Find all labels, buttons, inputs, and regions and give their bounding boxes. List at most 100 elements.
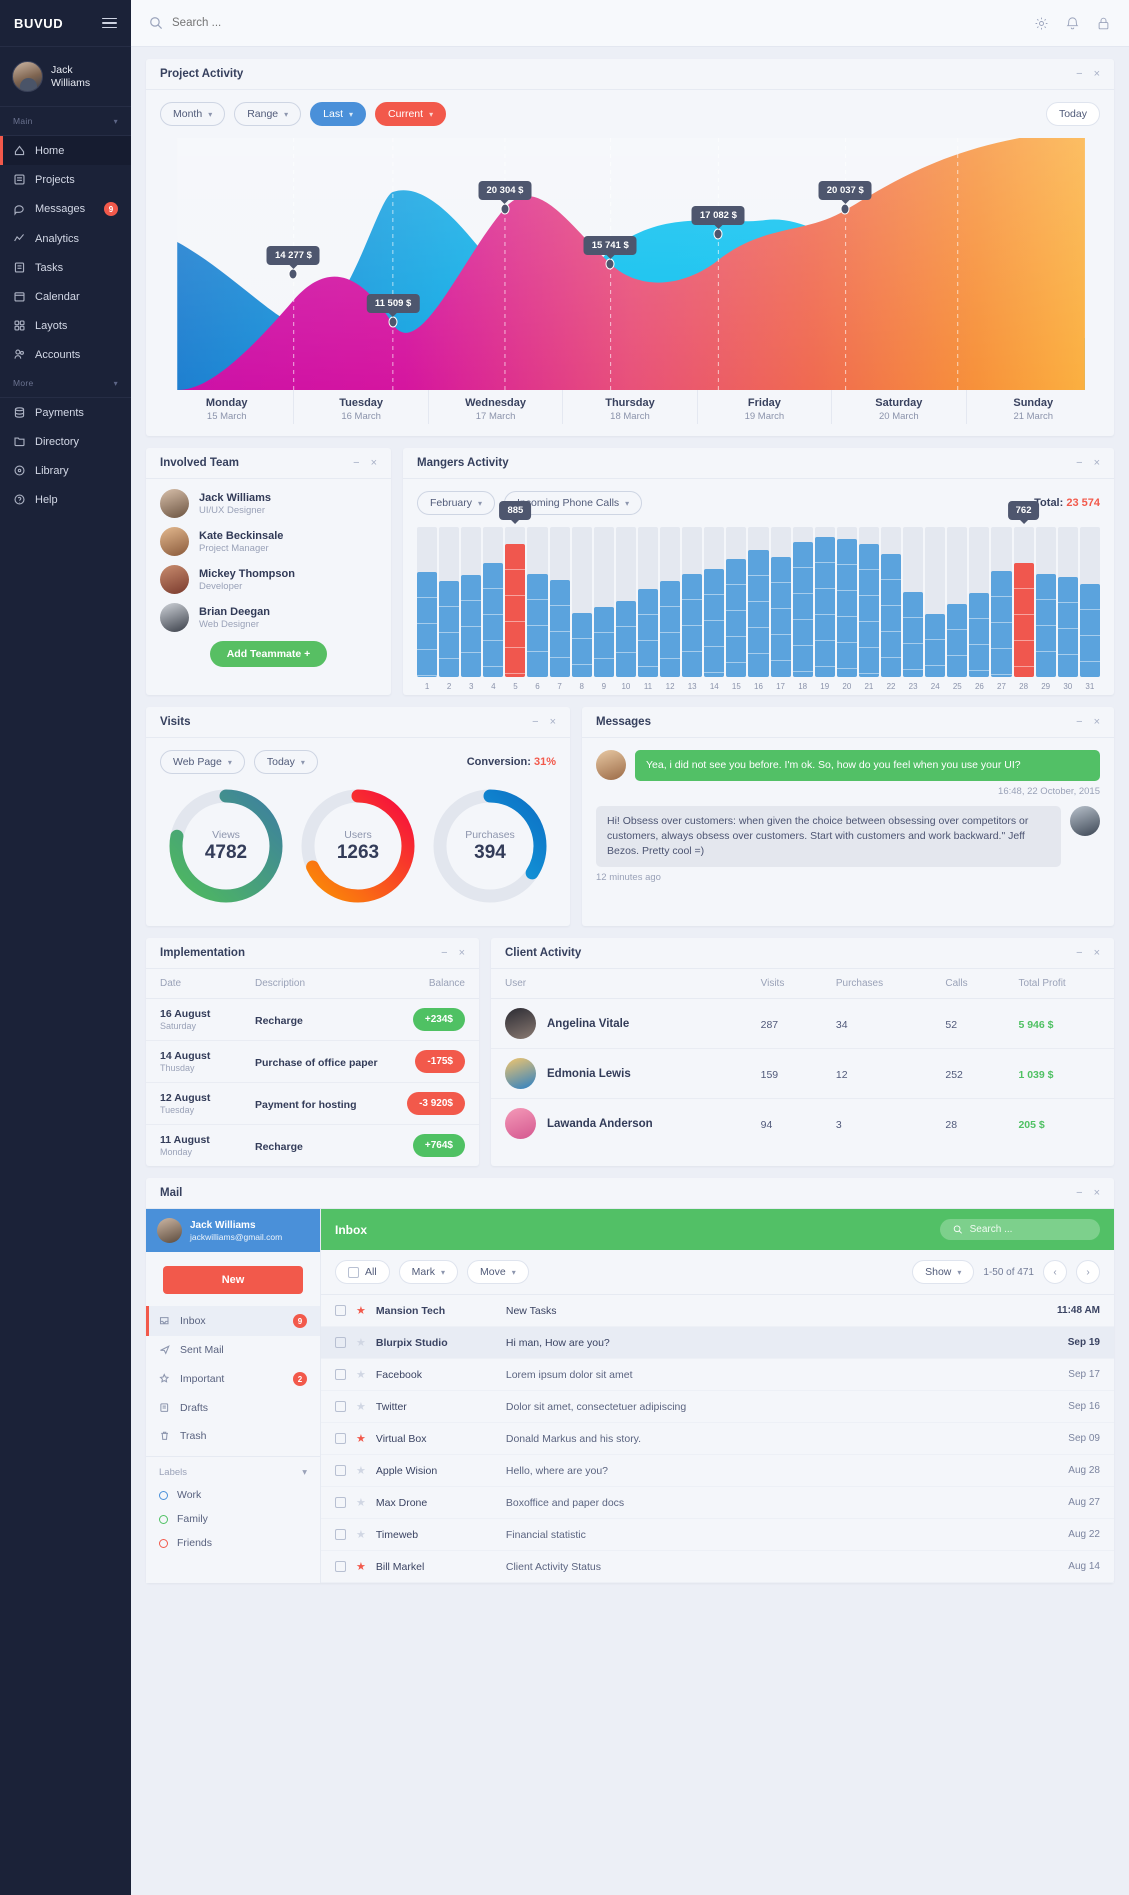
bar[interactable] bbox=[836, 539, 857, 677]
bar[interactable] bbox=[903, 591, 924, 677]
mail-row[interactable]: ★ Timeweb Financial statistic Aug 22 bbox=[321, 1519, 1114, 1551]
bar[interactable] bbox=[814, 536, 835, 678]
close-icon[interactable]: × bbox=[1094, 458, 1100, 469]
chart-point[interactable] bbox=[605, 258, 615, 270]
add-teammate-button[interactable]: Add Teammate + bbox=[209, 641, 328, 667]
star-icon[interactable]: ★ bbox=[356, 1336, 366, 1349]
close-icon[interactable]: × bbox=[459, 948, 465, 959]
show-button[interactable]: Show ▾ bbox=[912, 1260, 975, 1284]
bar[interactable] bbox=[593, 606, 614, 677]
lock-icon[interactable] bbox=[1096, 16, 1111, 31]
star-icon[interactable]: ★ bbox=[356, 1400, 366, 1413]
bar[interactable] bbox=[704, 569, 725, 677]
table-row[interactable]: Angelina Vitale 287 34 52 5 946 $ bbox=[491, 998, 1114, 1049]
star-icon[interactable]: ★ bbox=[356, 1304, 366, 1317]
star-icon[interactable]: ★ bbox=[356, 1560, 366, 1573]
close-icon[interactable]: × bbox=[1094, 717, 1100, 728]
sidebar-item-calendar[interactable]: Calendar bbox=[0, 282, 131, 311]
chart-point[interactable] bbox=[840, 203, 850, 215]
mail-labels-header[interactable]: Labels ▾ bbox=[146, 1456, 320, 1483]
star-icon[interactable]: ★ bbox=[356, 1368, 366, 1381]
bar[interactable] bbox=[726, 558, 747, 677]
minimize-icon[interactable]: − bbox=[1076, 69, 1082, 80]
team-member[interactable]: Kate Beckinsale Project Manager bbox=[160, 527, 377, 556]
sidebar-item-payments[interactable]: Payments bbox=[0, 398, 131, 427]
mail-account[interactable]: Jack Williams jackwilliams@gmail.com bbox=[146, 1209, 320, 1252]
mail-search[interactable] bbox=[940, 1219, 1100, 1240]
close-icon[interactable]: × bbox=[1094, 948, 1100, 959]
mail-search-input[interactable] bbox=[969, 1224, 1087, 1235]
month-filter[interactable]: February ▾ bbox=[417, 491, 496, 515]
bar[interactable] bbox=[571, 612, 592, 677]
close-icon[interactable]: × bbox=[371, 458, 377, 469]
checkbox-icon[interactable] bbox=[335, 1529, 346, 1540]
sidebar-item-help[interactable]: Help bbox=[0, 485, 131, 514]
bar[interactable] bbox=[991, 570, 1012, 677]
bar[interactable] bbox=[660, 581, 681, 677]
today-button[interactable]: Today bbox=[1045, 102, 1100, 126]
bar[interactable] bbox=[527, 573, 548, 677]
sidebar-item-tasks[interactable]: Tasks bbox=[0, 253, 131, 282]
pa-filter-range[interactable]: Range ▾ bbox=[234, 102, 302, 126]
sidebar-item-analytics[interactable]: Analytics bbox=[0, 224, 131, 253]
checkbox-icon[interactable] bbox=[335, 1561, 346, 1572]
close-icon[interactable]: × bbox=[1094, 1188, 1100, 1199]
mail-folder-trash[interactable]: Trash bbox=[146, 1422, 320, 1450]
bar[interactable] bbox=[549, 579, 570, 677]
checkbox-icon[interactable] bbox=[335, 1337, 346, 1348]
table-row[interactable]: 14 August Thusday Purchase of office paper… bbox=[146, 1040, 479, 1083]
chart-point[interactable] bbox=[713, 228, 723, 240]
prev-page-button[interactable]: ‹ bbox=[1043, 1260, 1067, 1284]
star-icon[interactable]: ★ bbox=[356, 1432, 366, 1445]
mail-folder-drafts[interactable]: Drafts bbox=[146, 1394, 320, 1422]
minimize-icon[interactable]: − bbox=[532, 717, 538, 728]
mail-folder-inbox[interactable]: Inbox 9 bbox=[146, 1306, 320, 1336]
sidebar-group-main[interactable]: Main ▾ bbox=[0, 107, 131, 136]
select-all-button[interactable]: All bbox=[335, 1260, 390, 1284]
bar[interactable] bbox=[925, 614, 946, 677]
table-row[interactable]: 16 August Saturday Recharge +234$ bbox=[146, 998, 479, 1041]
chart-point[interactable] bbox=[388, 316, 398, 328]
mail-row[interactable]: ★ Blurpix Studio Hi man, How are you? Sep 1… bbox=[321, 1327, 1114, 1359]
mail-row[interactable]: ★ Mansion Tech New Tasks 11:48 AM bbox=[321, 1295, 1114, 1327]
checkbox-icon[interactable] bbox=[335, 1369, 346, 1380]
checkbox-icon[interactable] bbox=[335, 1465, 346, 1476]
table-row[interactable]: 12 August Tuesday Payment for hosting -3 92… bbox=[146, 1082, 479, 1125]
checkbox-icon[interactable] bbox=[335, 1497, 346, 1508]
next-page-button[interactable]: › bbox=[1076, 1260, 1100, 1284]
star-icon[interactable]: ★ bbox=[356, 1464, 366, 1477]
team-member[interactable]: Mickey Thompson Developer bbox=[160, 565, 377, 594]
bar[interactable] bbox=[615, 600, 637, 677]
mail-folder-sent-mail[interactable]: Sent Mail bbox=[146, 1336, 320, 1364]
checkbox-icon[interactable] bbox=[335, 1305, 346, 1316]
sidebar-user[interactable]: Jack Williams bbox=[0, 47, 131, 107]
bar[interactable] bbox=[1057, 576, 1078, 677]
bar[interactable] bbox=[461, 575, 482, 677]
mail-folder-important[interactable]: Important 2 bbox=[146, 1364, 320, 1394]
bar[interactable] bbox=[1035, 573, 1056, 677]
mail-row[interactable]: ★ Virtual Box Donald Markus and his story.… bbox=[321, 1423, 1114, 1455]
checkbox-icon[interactable] bbox=[335, 1433, 346, 1444]
bar[interactable] bbox=[439, 581, 460, 677]
bar[interactable] bbox=[969, 593, 990, 677]
table-row[interactable]: 11 August Monday Recharge +764$ bbox=[146, 1125, 479, 1167]
mail-label-work[interactable]: Work bbox=[146, 1483, 320, 1507]
sidebar-item-projects[interactable]: Projects bbox=[0, 165, 131, 194]
bar[interactable] bbox=[947, 603, 968, 677]
sidebar-item-directory[interactable]: Directory bbox=[0, 427, 131, 456]
checkbox-icon[interactable] bbox=[335, 1401, 346, 1412]
new-mail-button[interactable]: New bbox=[163, 1266, 303, 1294]
mail-row[interactable]: ★ Apple Wision Hello, where are you? Aug 28 bbox=[321, 1455, 1114, 1487]
pa-filter-last[interactable]: Last ▾ bbox=[310, 102, 367, 126]
close-icon[interactable]: × bbox=[550, 717, 556, 728]
sidebar-item-layots[interactable]: Layots bbox=[0, 311, 131, 340]
visits-period-filter[interactable]: Today ▾ bbox=[253, 750, 318, 774]
bar[interactable] bbox=[858, 543, 880, 677]
minimize-icon[interactable]: − bbox=[1076, 948, 1082, 959]
star-icon[interactable]: ★ bbox=[356, 1528, 366, 1541]
chart-point[interactable] bbox=[500, 203, 510, 215]
bar[interactable] bbox=[748, 549, 769, 677]
table-row[interactable]: Edmonia Lewis 159 12 252 1 039 $ bbox=[491, 1048, 1114, 1099]
bar[interactable] bbox=[505, 544, 526, 677]
minimize-icon[interactable]: − bbox=[353, 458, 359, 469]
